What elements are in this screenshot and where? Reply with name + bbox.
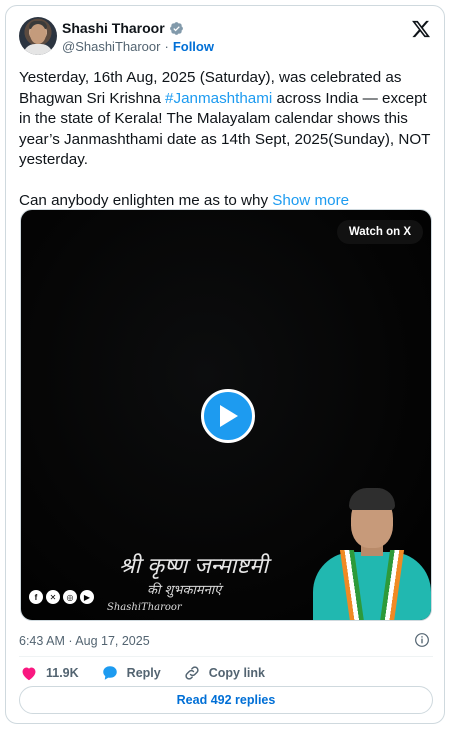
author-display-name[interactable]: Shashi Tharoor <box>62 20 165 36</box>
video-greeting-text: श्री कृष्ण जन्माष्टमी की शुभकामनाएं <box>111 540 301 600</box>
youtube-icon: ▶ <box>80 590 94 604</box>
like-count: 11.9K <box>46 666 79 680</box>
copy-link-label: Copy link <box>208 666 265 680</box>
read-replies-button[interactable]: Read 492 replies <box>19 686 433 714</box>
heart-icon <box>22 667 36 681</box>
watch-on-x-button[interactable]: Watch on X <box>336 220 423 244</box>
separator-dot: · <box>164 39 169 54</box>
author-name-row: Shashi Tharoor <box>62 20 184 36</box>
divider <box>19 656 433 657</box>
action-bar: 11.9K Reply Copy link <box>20 661 287 685</box>
author-handle[interactable]: @ShashiTharoor <box>62 39 160 54</box>
tweet-card: Shashi Tharoor @ShashiTharoor · Follow Y… <box>5 5 445 724</box>
video-player[interactable]: Watch on X श्री कृष्ण जन्माष्टमी की शुभक… <box>20 209 432 621</box>
copy-link-button[interactable]: Copy link <box>183 664 265 682</box>
video-social-icons: f ✕ ◎ ▶ <box>29 590 94 604</box>
avatar[interactable] <box>19 17 57 55</box>
instagram-icon: ◎ <box>63 590 77 604</box>
follow-button[interactable]: Follow <box>173 39 214 54</box>
reply-bubble-icon <box>102 666 117 680</box>
tweet-text: Yesterday, 16th Aug, 2025 (Saturday), wa… <box>19 68 431 212</box>
play-icon <box>220 405 238 427</box>
tweet-text-part2: across India — except in the state of Ke… <box>19 89 431 210</box>
facebook-icon: f <box>29 590 43 604</box>
tweet-timestamp[interactable]: 6:43 AM · Aug 17, 2025 <box>19 634 150 648</box>
link-icon <box>185 666 199 680</box>
show-more-link[interactable]: Show more <box>272 192 349 209</box>
greeting-line-1: श्री कृष्ण जन्माष्टमी <box>119 554 269 579</box>
like-button[interactable]: 11.9K <box>20 664 79 682</box>
x-logo-icon[interactable] <box>411 19 431 39</box>
reply-button[interactable]: Reply <box>101 664 161 682</box>
info-icon[interactable] <box>414 632 430 648</box>
x-icon: ✕ <box>46 590 60 604</box>
video-watermark-handle: ShashiTharoor <box>107 602 182 613</box>
verified-badge-icon <box>169 21 183 35</box>
reply-label: Reply <box>126 666 161 680</box>
greeting-line-2: की शुभकामनाएं <box>147 583 222 598</box>
speaker-portrait <box>311 480 431 620</box>
author-handle-row: @ShashiTharoor · Follow <box>62 39 214 54</box>
hashtag-link[interactable]: #Janmashthami <box>165 90 272 107</box>
play-button[interactable] <box>201 389 255 443</box>
